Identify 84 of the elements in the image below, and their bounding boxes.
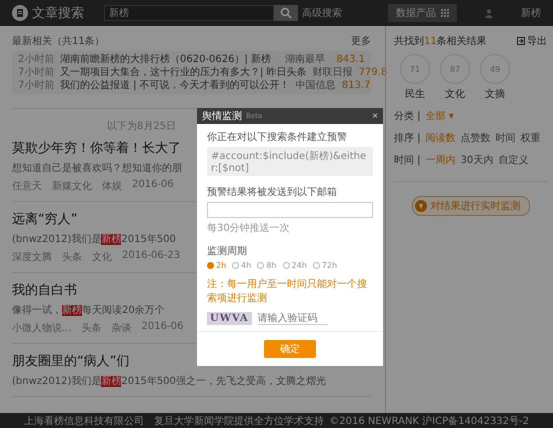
article-title[interactable]: 朋友圈里的“病人”们 [12, 352, 130, 370]
meta-text: 2016-06-23 [122, 250, 180, 263]
filter-option[interactable]: 权重 [520, 131, 541, 145]
filter-option[interactable]: 阅读数 [426, 131, 456, 145]
grid-icon [441, 9, 449, 17]
period-radio[interactable]: 24h [282, 261, 307, 270]
meta-text: 文化 [92, 250, 112, 264]
filter-option[interactable]: 全部 ▾ [426, 109, 454, 123]
captcha-image: UWVA [207, 312, 252, 325]
article-title[interactable]: 我的自白书 [12, 281, 77, 299]
period-label: 监测周期 [207, 244, 248, 258]
filter-label: 分类 | [394, 110, 421, 123]
period-radio[interactable]: 2h [207, 261, 226, 270]
filter-option[interactable]: 时间 [496, 131, 516, 145]
email-hint: 每30分钟推送一次 [207, 222, 291, 235]
result-count-text: 共找到11条相关结果 [394, 34, 487, 48]
search-icon [280, 7, 292, 19]
account-name: 湖南最早 [285, 53, 326, 66]
user-link[interactable]: 新榜 [521, 6, 541, 20]
meta-text: 杂谈 [112, 322, 132, 335]
meta-text: 任意天 [12, 180, 42, 193]
advanced-search-link[interactable]: 高级搜索 [302, 6, 342, 20]
stat-label: 文摘 [485, 88, 505, 101]
filter-option[interactable]: 一周内 [426, 153, 456, 167]
account-name: 中国信息 [296, 79, 336, 92]
period-radio[interactable]: 8h [257, 261, 277, 270]
meta-text: 深度文腾 [12, 250, 52, 264]
footer-text: 上海看榜信息科技有限公司 复旦大学新闻学院提供全方位学术支持 [24, 414, 324, 428]
monitor-button[interactable]: 对结果进行实时监测 [412, 196, 530, 216]
stat-circle: 49 [480, 54, 510, 84]
stat-label: 文化 [445, 88, 465, 101]
confirm-button[interactable]: 确定 [264, 340, 316, 358]
article-excerpt: 像得一试，新榜每天阅读20余万个 [12, 304, 165, 317]
score-text: 843.1 [335, 53, 365, 66]
stat-label: 民生 [405, 88, 425, 101]
document-icon [12, 5, 28, 21]
meta-text: 2016-06 [132, 179, 174, 192]
article-excerpt: (bnwz2012)我们是新榜2015年500 [12, 232, 176, 246]
captcha-field[interactable]: 请输入验证码 [258, 312, 328, 324]
user-icon[interactable] [485, 8, 493, 18]
period-radio[interactable]: 72h [312, 261, 338, 270]
time-text: 7小时前 [18, 79, 54, 92]
email-label: 预警结果将被发送到以下邮箱 [207, 186, 338, 199]
email-field[interactable] [207, 202, 373, 218]
dialog-title: 舆情监测 [202, 110, 242, 123]
article-link[interactable]: 又一期项目大集合，这十行业的压力有多大？| 昨日头条 [60, 66, 307, 79]
export-button[interactable]: 导出 [517, 34, 547, 48]
article-link[interactable]: 我们的公益报道 | 不可说，今天才看到的可以公开！ [60, 79, 290, 92]
filter-label: 时间 | [394, 154, 421, 167]
article-title[interactable]: 莫欺少年穷！你等着！长大了 [12, 139, 181, 157]
article-title[interactable]: 远离“穷人” [12, 210, 78, 228]
meta-text: 头条 [82, 322, 102, 335]
filter-label: 排序 | [394, 132, 421, 145]
condition-box: #account:$include(新榜)&either:[$not] [207, 147, 373, 176]
search-field[interactable]: 新榜 [104, 5, 274, 21]
filter-option[interactable]: 点赞数 [460, 131, 491, 145]
search-button[interactable] [274, 5, 298, 21]
meta-text: 体娱 [102, 180, 122, 193]
meta-text: 新媒文化 [52, 180, 92, 193]
score-text: 813.7 [342, 79, 370, 92]
section-title: 最新相关（共11条） [12, 34, 105, 48]
export-icon [517, 37, 525, 45]
more-link[interactable]: 更多 [351, 34, 371, 48]
close-button[interactable]: × [372, 110, 378, 122]
account-name: 财联日报 [312, 66, 353, 79]
time-text: 2小时前 [18, 53, 54, 66]
data-products-button[interactable]: 数据产品 [388, 4, 457, 22]
stat-circle: 87 [440, 54, 470, 84]
filter-option[interactable]: 自定义 [498, 153, 528, 167]
stat-circle: 71 [400, 54, 430, 84]
time-text: 7小时前 [18, 66, 54, 79]
period-radio[interactable]: 4h [232, 261, 252, 270]
meta-text: 2016-06 [142, 321, 184, 334]
meta-text: 头条 [62, 250, 82, 264]
copyright-text: ©2016 NEWRANK 沪ICP备14042332号-2 [329, 414, 529, 428]
filter-option[interactable]: 30天内 [460, 153, 494, 167]
condition-label: 你正在对以下搜索条件建立预警 [207, 130, 348, 144]
article-link[interactable]: 湖南前瞻新榜的大排行榜（0620-0626）| 新榜 [60, 53, 279, 66]
divider-text: 以下为8月25日 [107, 121, 176, 132]
article-excerpt: (bnwz2012)我们是新榜2015年500强之一，先飞之受高，文腾之熠光 [12, 374, 326, 388]
article-excerpt: 想知道自己是被喜欢吗？想知道你的朋 [12, 162, 182, 175]
note-text: 注：每一用户至一时间只能对一个搜索项进行监测 [207, 278, 368, 305]
meta-text: 小微人物说... [12, 322, 72, 335]
logo-text: 文章搜索 [32, 5, 84, 22]
